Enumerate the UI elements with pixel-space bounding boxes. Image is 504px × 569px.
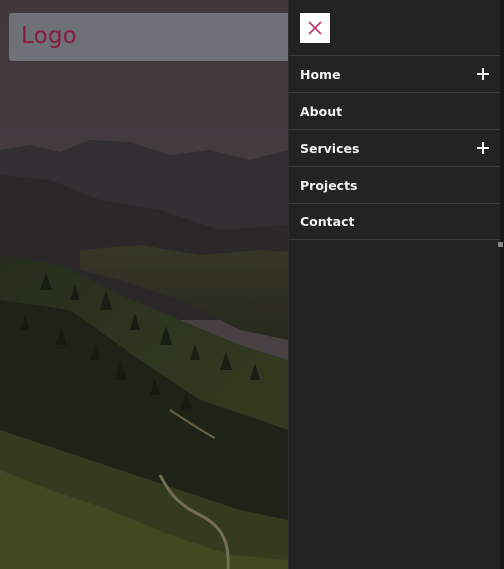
offcanvas-menu: Home About Services Projects Contact	[288, 0, 501, 569]
logo[interactable]: Logo	[21, 23, 77, 49]
menu-item-label: About	[300, 103, 343, 119]
close-icon	[308, 21, 322, 35]
menu-item-label: Home	[300, 66, 341, 82]
expand-submenu-plus-icon[interactable]	[477, 68, 489, 80]
menu-item-label: Services	[300, 140, 360, 156]
menu-item-projects[interactable]: Projects	[289, 166, 501, 203]
expand-submenu-plus-icon[interactable]	[477, 142, 489, 154]
menu-item-contact[interactable]: Contact	[289, 203, 501, 240]
menu-list: Home About Services Projects Contact	[289, 55, 501, 240]
menu-item-label: Projects	[300, 177, 358, 193]
menu-item-home[interactable]: Home	[289, 55, 501, 92]
scrollbar-track	[500, 0, 504, 569]
resize-handle[interactable]	[498, 242, 503, 247]
menu-item-services[interactable]: Services	[289, 129, 501, 166]
header-logo-bar: Logo	[9, 13, 299, 61]
menu-item-about[interactable]: About	[289, 92, 501, 129]
close-menu-button[interactable]	[300, 13, 330, 43]
menu-item-label: Contact	[300, 214, 355, 229]
